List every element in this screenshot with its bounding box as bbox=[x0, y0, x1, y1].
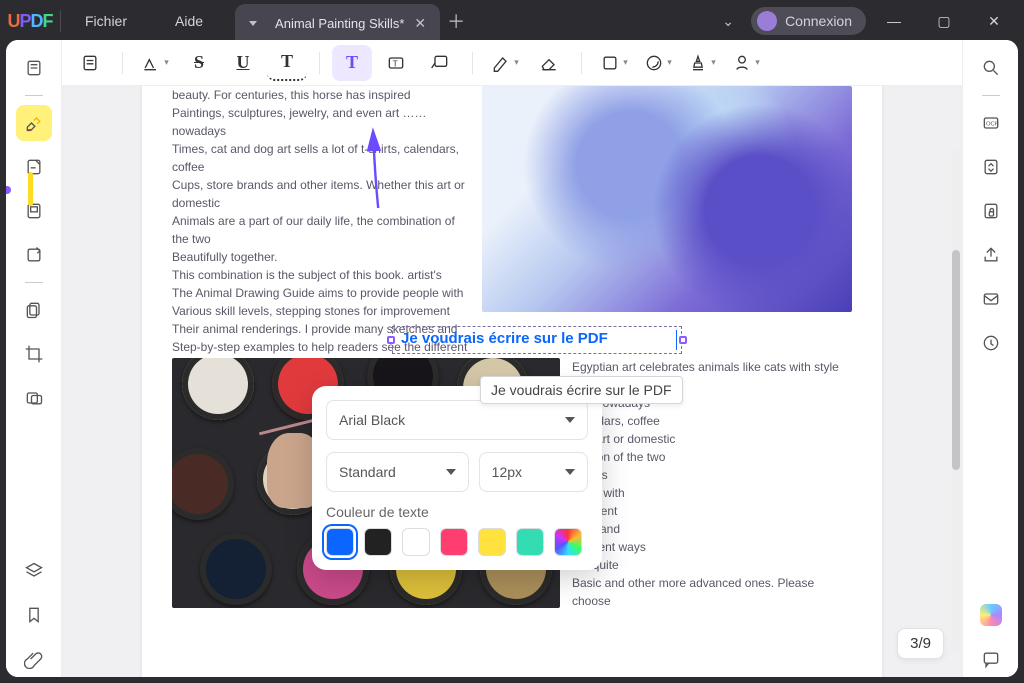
watermark-icon[interactable] bbox=[16, 380, 52, 416]
edit-page-icon[interactable] bbox=[16, 237, 52, 273]
color-swatches bbox=[326, 528, 588, 556]
stamp-tool[interactable] bbox=[682, 45, 722, 81]
sticker-tool[interactable] bbox=[638, 45, 678, 81]
font-select[interactable]: Arial Black bbox=[326, 400, 588, 440]
svg-text:OCR: OCR bbox=[986, 122, 999, 128]
text-box-tool[interactable]: T bbox=[376, 45, 416, 81]
note-icon[interactable] bbox=[16, 149, 52, 185]
size-value: 12px bbox=[492, 464, 522, 480]
text-caret bbox=[676, 330, 677, 350]
tab-menu-icon[interactable] bbox=[249, 21, 257, 26]
tooltip: Je voudrais écrire sur le PDF bbox=[480, 376, 683, 404]
save-icon[interactable] bbox=[973, 325, 1009, 361]
font-value: Arial Black bbox=[339, 412, 405, 428]
text-annotation-box[interactable]: Je voudrais écrire sur le PDF bbox=[392, 326, 682, 354]
window-close[interactable]: ✕ bbox=[972, 0, 1016, 42]
style-value: Standard bbox=[339, 464, 396, 480]
tab-title: Animal Painting Skills* bbox=[275, 16, 404, 31]
window-maximize[interactable]: ▢ bbox=[922, 0, 966, 42]
highlighter-icon[interactable] bbox=[16, 105, 52, 141]
pencil-tool[interactable] bbox=[485, 45, 525, 81]
layers-icon[interactable] bbox=[16, 553, 52, 589]
page-indicator[interactable]: 3/9 bbox=[897, 628, 944, 659]
active-indicator bbox=[28, 172, 33, 206]
color-swatch[interactable] bbox=[402, 528, 430, 556]
font-style-select[interactable]: Standard bbox=[326, 452, 469, 492]
login-label: Connexion bbox=[785, 13, 852, 29]
page-view-icon[interactable] bbox=[70, 45, 110, 81]
app-logo: UPDF bbox=[0, 0, 60, 42]
callout-tool[interactable] bbox=[420, 45, 460, 81]
bookmark-icon[interactable] bbox=[16, 193, 52, 229]
resize-handle-left[interactable] bbox=[387, 336, 395, 344]
text-style-popover: Arial Black Standard 12px Couleur de tex… bbox=[312, 386, 602, 570]
shape-tool[interactable] bbox=[594, 45, 634, 81]
highlight-tool[interactable] bbox=[135, 45, 175, 81]
ai-icon[interactable] bbox=[973, 597, 1009, 633]
dropdown-icon bbox=[565, 469, 575, 475]
protect-icon[interactable] bbox=[973, 193, 1009, 229]
color-label: Couleur de texte bbox=[326, 504, 588, 520]
avatar-icon bbox=[757, 11, 777, 31]
resize-handle-right[interactable] bbox=[679, 336, 687, 344]
right-sidebar: OCR bbox=[962, 40, 1018, 677]
squiggly-tool[interactable]: T bbox=[267, 45, 307, 81]
color-swatch[interactable] bbox=[326, 528, 354, 556]
dropdown-icon bbox=[446, 469, 456, 475]
left-sidebar bbox=[6, 40, 62, 677]
eraser-tool[interactable] bbox=[529, 45, 569, 81]
share-icon[interactable] bbox=[973, 237, 1009, 273]
pages-icon[interactable] bbox=[16, 292, 52, 328]
crop-icon[interactable] bbox=[16, 336, 52, 372]
signature-tool[interactable] bbox=[726, 45, 766, 81]
strikethrough-tool[interactable]: S bbox=[179, 45, 219, 81]
thumbnail-icon[interactable] bbox=[16, 50, 52, 86]
attach-icon[interactable] bbox=[16, 641, 52, 677]
watercolor-image bbox=[482, 86, 852, 312]
color-swatch[interactable] bbox=[364, 528, 392, 556]
font-size-select[interactable]: 12px bbox=[479, 452, 588, 492]
email-icon[interactable] bbox=[973, 281, 1009, 317]
ocr-icon[interactable]: OCR bbox=[973, 105, 1009, 141]
svg-text:T: T bbox=[393, 58, 398, 68]
new-tab-button[interactable]: ＋ bbox=[440, 0, 472, 42]
color-swatch[interactable] bbox=[440, 528, 468, 556]
text-tool[interactable]: T bbox=[332, 45, 372, 81]
login-button[interactable]: Connexion bbox=[751, 7, 866, 35]
dropdown-icon bbox=[565, 417, 575, 423]
convert-icon[interactable] bbox=[973, 149, 1009, 185]
scrollbar[interactable] bbox=[952, 150, 960, 653]
annotation-text[interactable]: Je voudrais écrire sur le PDF bbox=[393, 327, 681, 351]
underline-tool[interactable]: U bbox=[223, 45, 263, 81]
color-swatch[interactable] bbox=[554, 528, 582, 556]
scroll-thumb[interactable] bbox=[952, 250, 960, 470]
annotation-toolbar: S U T T T bbox=[62, 40, 962, 86]
menu-help[interactable]: Aide bbox=[151, 0, 227, 42]
ribbon-icon[interactable] bbox=[16, 597, 52, 633]
color-swatch[interactable] bbox=[516, 528, 544, 556]
comment-icon[interactable] bbox=[973, 641, 1009, 677]
window-minimize[interactable]: — bbox=[872, 0, 916, 42]
search-icon[interactable] bbox=[973, 50, 1009, 86]
tab-document[interactable]: Animal Painting Skills* ✕ bbox=[235, 4, 440, 42]
tab-close-icon[interactable]: ✕ bbox=[414, 15, 426, 32]
menu-file[interactable]: Fichier bbox=[61, 0, 151, 42]
color-swatch[interactable] bbox=[478, 528, 506, 556]
chevron-down-icon[interactable]: ⌄ bbox=[711, 0, 745, 42]
